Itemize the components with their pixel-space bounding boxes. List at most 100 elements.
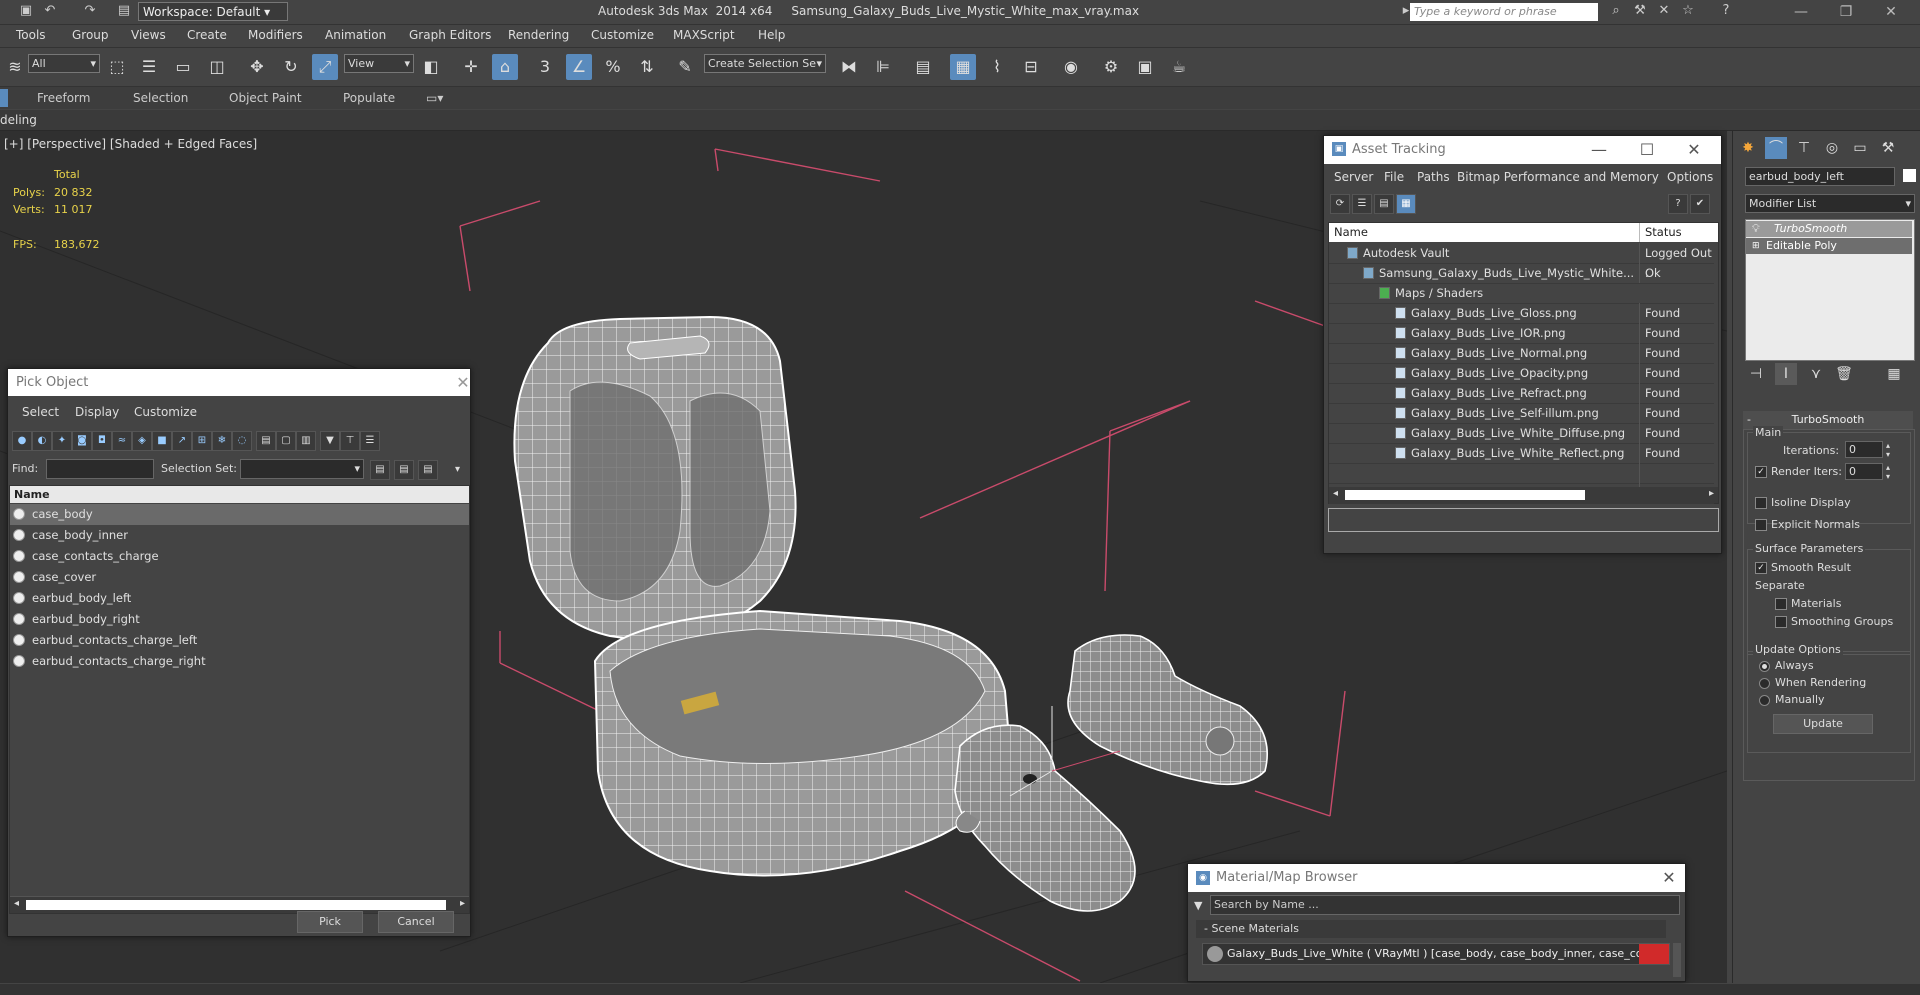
ribbon-tab-populate[interactable]: Populate — [343, 91, 395, 105]
isoline-display-checkbox[interactable] — [1755, 497, 1767, 509]
scroll-right-icon[interactable]: ▸ — [460, 898, 465, 909]
menu-select[interactable]: Select — [22, 405, 59, 419]
move-icon[interactable]: ✥ — [244, 54, 270, 80]
asset-row[interactable]: Galaxy_Buds_Live_White_Reflect.png Found — [1329, 443, 1714, 464]
materials-checkbox[interactable] — [1775, 598, 1787, 610]
browser-options-icon[interactable]: ▼ — [1194, 899, 1202, 912]
explicit-normals-checkbox[interactable] — [1755, 519, 1767, 531]
menu-bitmap-performance[interactable]: Bitmap Performance and Memory — [1457, 170, 1659, 184]
select-all-icon[interactable]: ▤ — [256, 431, 276, 451]
help-icon[interactable]: ? — [1718, 3, 1734, 19]
search-input[interactable]: Type a keyword or phrase — [1410, 3, 1598, 21]
display-cameras-icon[interactable]: ◙ — [72, 431, 92, 451]
scene-explorer-icon[interactable]: ▦ — [950, 54, 976, 80]
display-warps-icon[interactable]: ≈ — [112, 431, 132, 451]
remove-modifier-icon[interactable]: 🗑︎ — [1833, 363, 1855, 385]
menu-animation[interactable]: Animation — [325, 28, 386, 42]
object-color-swatch[interactable] — [1903, 169, 1916, 182]
ribbon-tab-freeform[interactable]: Freeform — [37, 91, 90, 105]
select-by-name-icon[interactable]: ☰ — [136, 54, 162, 80]
display-xrefs-icon[interactable]: ■ — [152, 431, 172, 451]
always-radio[interactable] — [1759, 661, 1770, 672]
menu-help[interactable]: Help — [758, 28, 785, 42]
menu-customize[interactable]: Customize — [134, 405, 197, 419]
menu-group[interactable]: Group — [72, 28, 109, 42]
render-iters-spinner[interactable]: 0 — [1845, 463, 1883, 480]
display-containers-icon[interactable]: ⊞ — [192, 431, 212, 451]
scroll-left-icon[interactable]: ◂ — [14, 898, 19, 909]
update-button[interactable]: Update — [1773, 714, 1873, 734]
menu-display[interactable]: Display — [75, 405, 119, 419]
minimize-icon[interactable]: — — [1584, 136, 1614, 164]
modifier-stack[interactable]: 💡︎ TurboSmooth ⊞ Editable Poly — [1745, 219, 1915, 361]
select-invert-icon[interactable]: ▥ — [296, 431, 316, 451]
select-object-icon[interactable]: ⬚ — [104, 54, 130, 80]
object-list-item[interactable]: case_body — [10, 504, 469, 525]
material-row[interactable]: Galaxy_Buds_Live_White ( VRayMtl ) [case… — [1202, 943, 1670, 965]
edit-named-sets-icon[interactable]: ✎ — [672, 54, 698, 80]
create-tab-icon[interactable]: ✸ — [1737, 137, 1759, 159]
menu-options[interactable]: Options — [1667, 170, 1713, 184]
expand-plus-icon[interactable]: ⊞ — [1752, 238, 1760, 254]
exchange-icon[interactable]: ✕ — [1656, 3, 1672, 19]
close-button[interactable]: ✕ — [1875, 2, 1907, 22]
options-icon[interactable]: ▾ — [455, 464, 460, 475]
object-name-input[interactable]: earbud_body_left — [1745, 167, 1895, 186]
spinner-snap-icon[interactable]: ⇅ — [634, 54, 660, 80]
display-groups-icon[interactable]: ◈ — [132, 431, 152, 451]
display-hidden-icon[interactable]: ◌ — [232, 431, 252, 451]
menu-customize[interactable]: Customize — [591, 28, 654, 42]
display-shapes-icon[interactable]: ◐ — [32, 431, 52, 451]
close-icon[interactable]: ✕ — [1654, 864, 1684, 892]
earbud-case-body[interactable] — [593, 609, 1012, 877]
asset-row[interactable]: Galaxy_Buds_Live_White_Diffuse.png Found — [1329, 423, 1714, 444]
community-icon[interactable]: ⚒ — [1632, 3, 1648, 19]
display-tab-icon[interactable]: ▭ — [1849, 137, 1871, 159]
configure-sets-icon[interactable]: ▦ — [1883, 363, 1905, 385]
detail-view-icon[interactable]: ▤ — [1374, 194, 1394, 214]
favorites-icon[interactable]: ☆ — [1680, 3, 1696, 19]
maximize-icon[interactable]: ☐ — [1632, 136, 1662, 164]
motion-tab-icon[interactable]: ◎ — [1821, 137, 1843, 159]
scroll-right-icon[interactable]: ▸ — [1709, 488, 1714, 499]
display-helpers-icon[interactable]: ◘ — [92, 431, 112, 451]
snaps-toggle-icon[interactable]: 3 — [532, 54, 558, 80]
find-input[interactable] — [46, 459, 154, 479]
object-list-item[interactable]: earbud_contacts_charge_right — [10, 651, 469, 672]
scene-materials-group[interactable]: - Scene Materials — [1196, 920, 1666, 938]
modify-tab-icon[interactable]: ⌒ — [1765, 137, 1787, 159]
iterations-spinner-arrows[interactable]: ▴ ▾ — [1886, 441, 1890, 459]
asset-scrollbar[interactable]: ◂ ▸ — [1329, 487, 1718, 503]
rect-region-icon[interactable]: ▭ — [170, 54, 196, 80]
stack-item-turbosmooth[interactable]: 💡︎ TurboSmooth — [1746, 221, 1912, 237]
menu-server[interactable]: Server — [1334, 170, 1373, 184]
col-name-header[interactable]: Name — [1334, 223, 1368, 242]
selection-set-dropdown[interactable]: ▾ — [240, 459, 364, 479]
binoculars-icon[interactable]: ⌕ — [1608, 3, 1624, 19]
list-view-icon[interactable]: ☰ — [1352, 194, 1372, 214]
render-setup-icon[interactable]: ⚙ — [1098, 54, 1124, 80]
asset-row[interactable]: Galaxy_Buds_Live_IOR.png Found — [1329, 323, 1714, 344]
pivot-center-icon[interactable]: ◧ — [418, 54, 444, 80]
curve-editor-icon[interactable]: ⌇ — [984, 54, 1010, 80]
named-selection-dropdown[interactable]: Create Selection Se ▾ — [704, 54, 826, 73]
workspace-dropdown[interactable]: Workspace: Default ▾ — [138, 2, 288, 21]
asset-row[interactable]: Galaxy_Buds_Live_Gloss.png Found — [1329, 303, 1714, 324]
asset-row[interactable]: Galaxy_Buds_Live_Normal.png Found — [1329, 343, 1714, 364]
smooth-result-checkbox[interactable]: ✓ — [1755, 562, 1767, 574]
rotate-icon[interactable]: ↻ — [278, 54, 304, 80]
material-search-input[interactable]: Search by Name ... — [1210, 895, 1680, 915]
link-icon[interactable]: ≋ — [2, 54, 28, 80]
window-crossing-icon[interactable]: ◫ — [204, 54, 230, 80]
asset-table[interactable]: Name Status Autodesk Vault Logged Out . Sa… — [1328, 222, 1719, 504]
undo-icon[interactable]: ↶ — [42, 3, 58, 19]
hierarchy-tab-icon[interactable]: ⊤ — [1793, 137, 1815, 159]
help-pin-icon[interactable]: ✔ — [1690, 194, 1710, 214]
show-end-result-icon[interactable]: I — [1775, 363, 1797, 385]
earbud-right-model[interactable] — [1067, 634, 1269, 786]
stack-item-editable-poly[interactable]: ⊞ Editable Poly — [1746, 238, 1912, 254]
modifier-list-dropdown[interactable]: Modifier List ▾ — [1745, 194, 1915, 213]
asset-row[interactable]: Galaxy_Buds_Live_Refract.png Found — [1329, 383, 1714, 404]
refresh-icon[interactable]: ⟳ — [1330, 194, 1350, 214]
close-icon[interactable]: ✕ — [448, 369, 478, 396]
